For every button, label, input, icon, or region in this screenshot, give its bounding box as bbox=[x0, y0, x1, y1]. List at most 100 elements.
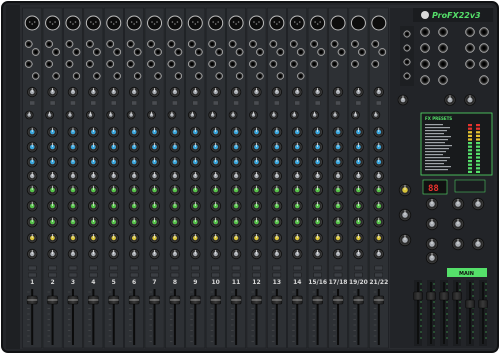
jack-hole bbox=[149, 62, 153, 66]
knob bbox=[397, 94, 409, 106]
mute-button bbox=[272, 265, 282, 271]
knob bbox=[353, 126, 364, 138]
switch-button bbox=[29, 100, 35, 106]
xlr-pin bbox=[298, 21, 301, 23]
jack bbox=[378, 48, 387, 56]
xlr-pin bbox=[135, 21, 138, 23]
knob bbox=[251, 170, 262, 182]
knob bbox=[373, 200, 385, 212]
master-fader-cap bbox=[465, 299, 475, 309]
meter-led bbox=[468, 163, 472, 166]
knob bbox=[128, 232, 140, 244]
knob bbox=[87, 141, 99, 153]
knob bbox=[451, 197, 465, 211]
fx-preset-line bbox=[425, 148, 449, 150]
knob bbox=[167, 110, 177, 120]
jack-hole bbox=[129, 62, 132, 66]
xlr-input bbox=[24, 15, 40, 31]
xlr-input bbox=[85, 15, 101, 31]
channel-number: 4 bbox=[91, 279, 95, 286]
jack bbox=[167, 40, 176, 48]
knob bbox=[251, 216, 262, 228]
master-fader-cap bbox=[426, 291, 436, 301]
knob bbox=[312, 232, 323, 244]
channel-number: 2 bbox=[50, 279, 54, 286]
switch-button bbox=[376, 100, 382, 106]
channel-strip: 14 bbox=[287, 7, 308, 349]
jack bbox=[52, 48, 60, 56]
knob bbox=[190, 248, 201, 260]
knob bbox=[47, 200, 58, 212]
knob bbox=[373, 86, 385, 98]
jack-hole bbox=[292, 62, 296, 66]
master-fader-slot bbox=[469, 282, 471, 344]
jack bbox=[479, 27, 489, 37]
jack bbox=[438, 27, 448, 37]
knob bbox=[149, 216, 160, 228]
channel-number: 6 bbox=[132, 279, 136, 286]
jack bbox=[154, 48, 162, 56]
xlr-input bbox=[228, 15, 244, 31]
jack-hole bbox=[374, 42, 377, 46]
meter-led bbox=[476, 167, 480, 170]
xlr-input bbox=[106, 15, 122, 31]
jack bbox=[438, 75, 448, 85]
xlr-pin bbox=[110, 21, 113, 23]
channel-number: 1 bbox=[30, 279, 34, 286]
knob bbox=[291, 126, 303, 138]
knob bbox=[47, 232, 58, 244]
knob bbox=[312, 216, 324, 228]
jack-hole bbox=[170, 42, 173, 46]
knob bbox=[330, 110, 340, 120]
knob bbox=[189, 141, 201, 153]
knob bbox=[312, 156, 324, 168]
channel-strip: 19/20 bbox=[348, 7, 369, 349]
fx-preset-line bbox=[425, 127, 450, 129]
xlr-pin bbox=[28, 21, 31, 23]
knob bbox=[67, 232, 79, 244]
channel-number: 21/22 bbox=[369, 279, 388, 286]
jack bbox=[133, 72, 142, 80]
solo-button bbox=[211, 272, 220, 278]
channel-number: 3 bbox=[71, 279, 75, 286]
knob bbox=[128, 170, 140, 182]
knob bbox=[108, 248, 119, 260]
knob bbox=[87, 200, 99, 212]
jack bbox=[276, 72, 285, 80]
knob bbox=[108, 232, 119, 244]
jack bbox=[147, 40, 155, 48]
meter-led bbox=[468, 170, 472, 173]
solo-button bbox=[48, 272, 57, 278]
jack bbox=[106, 40, 115, 48]
knob bbox=[230, 141, 242, 153]
jack-hole bbox=[441, 46, 445, 50]
jack bbox=[113, 72, 121, 80]
mute-button bbox=[293, 265, 302, 271]
jack-hole bbox=[68, 42, 71, 46]
knob bbox=[292, 170, 303, 182]
jack-hole bbox=[177, 74, 180, 78]
knob bbox=[128, 156, 140, 168]
knob bbox=[189, 216, 201, 228]
switch-button bbox=[314, 100, 321, 106]
solo-button bbox=[27, 272, 37, 278]
meter-led bbox=[468, 124, 472, 127]
meter-led bbox=[468, 156, 472, 159]
knob bbox=[251, 232, 262, 244]
solo-button bbox=[109, 272, 118, 278]
jack bbox=[317, 48, 325, 56]
solo-button bbox=[170, 272, 180, 278]
xlr-pin bbox=[197, 21, 199, 23]
knob bbox=[291, 156, 303, 168]
left-rail bbox=[6, 5, 20, 349]
knob bbox=[251, 156, 262, 168]
jack-hole bbox=[88, 62, 92, 66]
knob bbox=[128, 126, 140, 138]
knob bbox=[312, 184, 324, 196]
knob bbox=[230, 216, 242, 228]
jack bbox=[167, 60, 176, 68]
jack-hole bbox=[333, 62, 336, 66]
knob bbox=[149, 156, 160, 168]
channel-number: 14 bbox=[293, 279, 301, 286]
switch-button bbox=[355, 100, 362, 106]
